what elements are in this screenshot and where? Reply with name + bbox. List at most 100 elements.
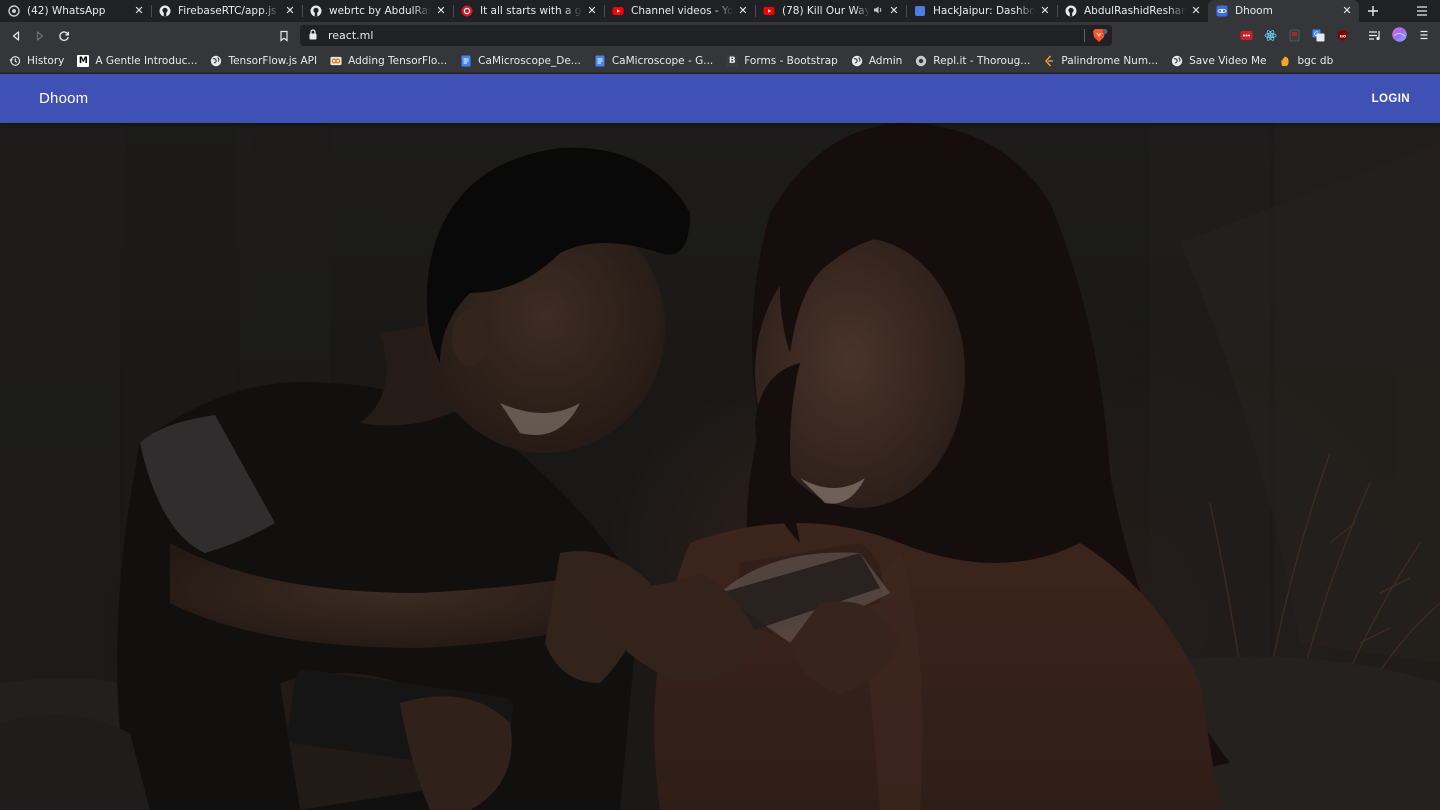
extension-react-devtools-icon[interactable]	[1263, 28, 1277, 42]
bookmark-label: Forms - Bootstrap	[744, 54, 838, 67]
bookmark-label: A Gentle Introduc...	[95, 54, 198, 67]
bookmark-camicroscope-de[interactable]: CaMicroscope_De...	[460, 55, 581, 67]
globe-icon	[851, 55, 863, 67]
bookmark-replit[interactable]: Repl.it - Thoroug...	[915, 55, 1030, 67]
address-divider	[1084, 29, 1085, 42]
media-controls-icon[interactable]	[1368, 28, 1382, 42]
pinterest-icon	[461, 5, 473, 17]
brand-title[interactable]: Dhoom	[39, 90, 88, 107]
login-button[interactable]: LOGIN	[1370, 87, 1412, 111]
tab-firebasertc[interactable]: FirebaseRTC/app.js at so ✕	[151, 0, 302, 22]
tab-hackjaipur[interactable]: HackJaipur: Dashboard | ✕	[906, 0, 1057, 22]
hero-image	[0, 123, 1440, 810]
close-icon[interactable]: ✕	[888, 5, 900, 17]
brave-shields-icon[interactable]	[1092, 28, 1108, 46]
menu-icon[interactable]	[1417, 28, 1431, 42]
tab-search-icon[interactable]	[1414, 3, 1430, 19]
bookmark-label: CaMicroscope - G...	[611, 54, 714, 67]
close-icon[interactable]: ✕	[1039, 5, 1051, 17]
avatar[interactable]	[1392, 27, 1407, 42]
bookmark-icon[interactable]	[272, 24, 296, 48]
address-bar[interactable]: react.ml	[300, 25, 1112, 46]
lock-icon[interactable]	[308, 28, 318, 43]
tab-whatsapp[interactable]: (42) WhatsApp ✕	[0, 0, 151, 22]
react-icon	[1216, 5, 1228, 17]
whatsapp-icon	[8, 5, 20, 17]
youtube-icon	[612, 5, 624, 17]
extension-ublock-icon[interactable]: uo	[1335, 28, 1349, 42]
bookmark-gentle-intro[interactable]: M A Gentle Introduc...	[77, 54, 198, 67]
bookmark-admin[interactable]: Admin	[851, 55, 902, 67]
replit-icon	[915, 55, 927, 67]
bookmark-label: bgc db	[1297, 54, 1334, 67]
history-icon	[9, 55, 21, 67]
app-bar: Dhoom LOGIN	[0, 74, 1440, 123]
bootstrap-icon: B	[726, 54, 739, 67]
gdoc-icon	[460, 55, 472, 67]
close-icon[interactable]: ✕	[737, 5, 749, 17]
hand-icon	[1279, 55, 1291, 67]
tab-title: HackJaipur: Dashboard |	[933, 5, 1035, 17]
tab-title: webrtc by AbdulRashidR	[329, 5, 431, 17]
close-icon[interactable]: ✕	[1341, 5, 1353, 17]
bookmark-label: Palindrome Num...	[1061, 54, 1159, 67]
bookmark-label: CaMicroscope_De...	[478, 54, 581, 67]
youtube-icon	[763, 5, 775, 17]
browser-toolbar: react.ml G uo	[0, 22, 1440, 49]
bookmark-label: Save Video Me	[1189, 54, 1267, 67]
doc-icon	[914, 5, 926, 17]
speaker-icon[interactable]	[872, 5, 884, 18]
reload-button[interactable]	[52, 24, 76, 48]
globe-icon	[1171, 55, 1183, 67]
svg-text:uo: uo	[1339, 34, 1345, 39]
address-url[interactable]: react.ml	[328, 29, 373, 42]
back-button[interactable]	[4, 24, 28, 48]
tab-webrtc[interactable]: webrtc by AbdulRashidR ✕	[302, 0, 453, 22]
tab-youtube-video[interactable]: (78) Kill Our Way to H ✕	[755, 0, 906, 22]
new-tab-button[interactable]	[1359, 0, 1387, 22]
bookmark-camicroscope-g[interactable]: CaMicroscope - G...	[594, 55, 713, 67]
tab-title: Channel videos - YouTub	[631, 5, 733, 17]
co-icon	[330, 55, 342, 67]
bookmark-palindrome[interactable]: Palindrome Num...	[1043, 55, 1158, 67]
bookmark-bgc-db[interactable]: bgc db	[1279, 55, 1333, 67]
tab-title: It all starts with a great	[480, 5, 582, 17]
forward-button[interactable]	[28, 24, 52, 48]
tab-title: (78) Kill Our Way to H	[782, 5, 870, 17]
tab-youtube-channel[interactable]: Channel videos - YouTub ✕	[604, 0, 755, 22]
bookmark-label: TensorFlow.js API	[228, 54, 318, 67]
bookmark-label: Adding TensorFlo...	[348, 54, 448, 67]
tab-pinterest[interactable]: It all starts with a great ✕	[453, 0, 604, 22]
tab-title: (42) WhatsApp	[27, 5, 106, 17]
gdoc-icon	[594, 55, 606, 67]
leetcode-icon	[1043, 55, 1055, 67]
tab-dhoom[interactable]: Dhoom ✕	[1208, 0, 1359, 22]
bookmark-adding-tensorflow[interactable]: Adding TensorFlo...	[330, 55, 447, 67]
hero-dim-overlay	[0, 123, 1440, 810]
bookmark-history[interactable]: History	[9, 55, 64, 67]
tab-title: AbdulRashidReshamwal	[1084, 5, 1186, 17]
extension-translate-icon[interactable]: G	[1311, 28, 1325, 42]
tab-strip: (42) WhatsApp ✕ FirebaseRTC/app.js at so…	[0, 0, 1440, 22]
extension-lastpass-icon[interactable]	[1239, 28, 1253, 42]
tab-title: Dhoom	[1235, 5, 1273, 17]
bookmark-label: Admin	[868, 54, 903, 67]
close-icon[interactable]: ✕	[284, 5, 296, 17]
bookmark-forms-bootstrap[interactable]: B Forms - Bootstrap	[726, 54, 838, 67]
bookmark-save-video[interactable]: Save Video Me	[1171, 55, 1266, 67]
close-icon[interactable]: ✕	[586, 5, 598, 17]
tab-title: FirebaseRTC/app.js at so	[178, 5, 280, 17]
svg-text:G: G	[1314, 31, 1319, 38]
close-icon[interactable]: ✕	[133, 5, 145, 17]
github-icon	[310, 5, 322, 17]
bookmarks-bar: History M A Gentle Introduc... TensorFlo…	[0, 49, 1440, 73]
bookmark-label: Repl.it - Thoroug...	[933, 54, 1031, 67]
tab-github-profile[interactable]: AbdulRashidReshamwal ✕	[1057, 0, 1208, 22]
bookmark-label: History	[27, 54, 65, 67]
close-icon[interactable]: ✕	[435, 5, 447, 17]
close-icon[interactable]: ✕	[1190, 5, 1202, 17]
extension-dark-icon[interactable]	[1287, 28, 1301, 42]
medium-icon: M	[77, 54, 90, 67]
globe-icon	[210, 55, 222, 67]
bookmark-tfjs-api[interactable]: TensorFlow.js API	[210, 55, 317, 67]
